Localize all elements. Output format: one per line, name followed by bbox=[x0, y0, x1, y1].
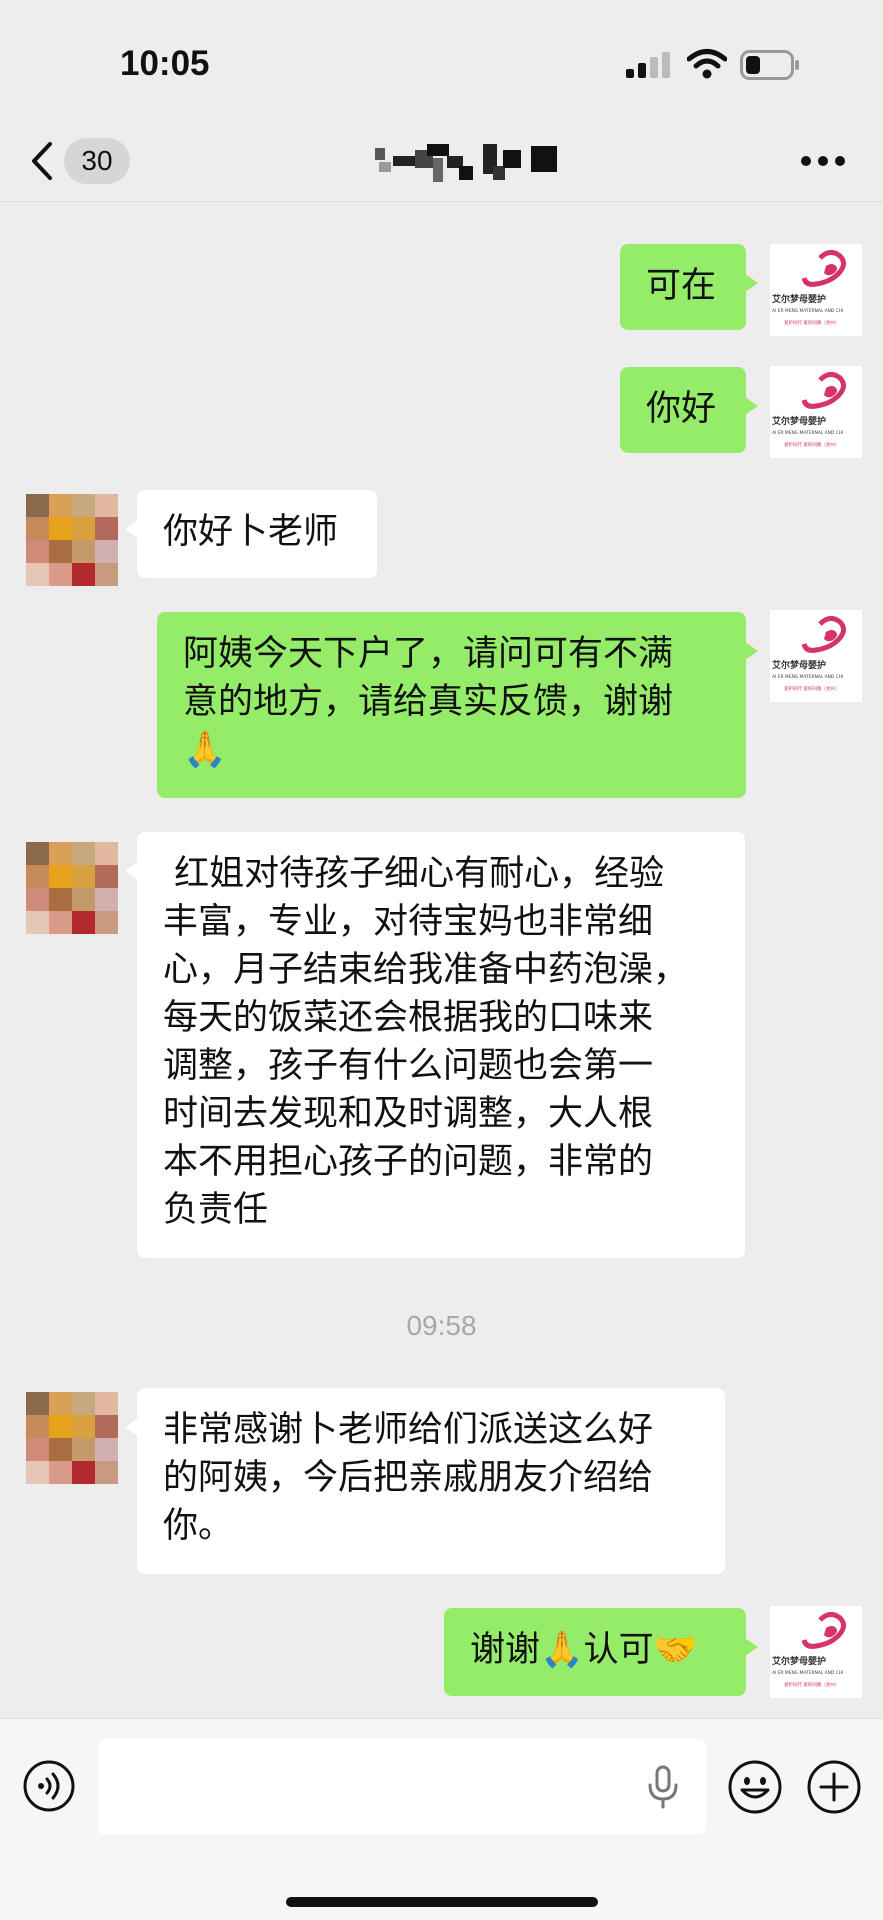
logo-text-cn: 艾尔梦母婴护 bbox=[772, 293, 826, 305]
plus-icon[interactable] bbox=[806, 1759, 862, 1815]
unread-count-badge[interactable]: 30 bbox=[64, 138, 130, 184]
logo-small-text: 爱护同行 爱好同路（池州） bbox=[784, 319, 839, 326]
status-bar: 10:05 bbox=[0, 0, 883, 130]
logo-text-cn: 艾尔梦母婴护 bbox=[772, 1655, 826, 1667]
logo-text-en: AI ER MENG MATERNAL AND CHI bbox=[772, 430, 843, 436]
message-bubble-outgoing[interactable]: 你好 bbox=[620, 367, 758, 453]
logo-small-text: 爱护同行 爱好同路（池州） bbox=[784, 441, 839, 448]
my-avatar[interactable]: 艾尔梦母婴护 AI ER MENG MATERNAL AND CHI 爱护同行 … bbox=[770, 1606, 862, 1698]
chat-title-redacted bbox=[375, 144, 557, 182]
message-timestamp: 09:58 bbox=[406, 1310, 477, 1341]
logo-text-cn: 艾尔梦母婴护 bbox=[772, 415, 826, 427]
emoji-icon[interactable] bbox=[727, 1759, 783, 1815]
message-list[interactable]: 可在 艾尔梦母婴护 AI ER MENG MATERNAL AND CHI 爱护… bbox=[0, 202, 883, 1718]
logo-text-en: AI ER MENG MATERNAL AND CHI bbox=[772, 1670, 843, 1676]
message-bubble-outgoing[interactable]: 可在 bbox=[620, 244, 758, 330]
contact-avatar-pixelated[interactable] bbox=[26, 1392, 118, 1484]
contact-avatar-pixelated[interactable] bbox=[26, 842, 118, 934]
message-bubble-outgoing[interactable]: 谢谢🙏认可🤝 bbox=[444, 1608, 758, 1696]
my-avatar[interactable]: 艾尔梦母婴护 AI ER MENG MATERNAL AND CHI 爱护同行 … bbox=[770, 244, 862, 336]
message-text-input[interactable] bbox=[98, 1739, 706, 1835]
voice-icon[interactable] bbox=[22, 1759, 76, 1813]
message-bubble-incoming[interactable]: 非常感谢卜老师给们派送这么好 的阿姨，今后把亲戚朋友介绍给 你。 bbox=[125, 1388, 725, 1574]
chat-nav-bar: 30 bbox=[0, 130, 883, 202]
wifi-icon bbox=[687, 49, 727, 79]
message-bubble-incoming[interactable]: 红姐对待孩子细心有耐心，经验 丰富，专业，对待宝妈也非常细 心，月子结束给我准备… bbox=[125, 832, 745, 1258]
cellular-signal-icon bbox=[626, 52, 670, 78]
logo-text-cn: 艾尔梦母婴护 bbox=[772, 659, 826, 671]
message-bubble-incoming[interactable]: 你好卜老师 bbox=[125, 490, 377, 578]
battery-icon bbox=[740, 50, 799, 80]
logo-text-en: AI ER MENG MATERNAL AND CHI bbox=[772, 308, 843, 314]
logo-small-text: 爱护同行 爱好同路（池州） bbox=[784, 685, 839, 692]
my-avatar[interactable]: 艾尔梦母婴护 AI ER MENG MATERNAL AND CHI 爱护同行 … bbox=[770, 610, 862, 702]
chat-input-bar bbox=[0, 1718, 883, 1920]
mic-icon[interactable] bbox=[646, 1765, 680, 1809]
logo-text-en: AI ER MENG MATERNAL AND CHI bbox=[772, 674, 843, 680]
message-bubble-outgoing[interactable]: 阿姨今天下户了，请问可有不满 意的地方，请给真实反馈，谢谢 🙏 bbox=[157, 612, 758, 798]
my-avatar[interactable]: 艾尔梦母婴护 AI ER MENG MATERNAL AND CHI 爱护同行 … bbox=[770, 366, 862, 458]
contact-avatar-pixelated[interactable] bbox=[26, 494, 118, 586]
chevron-left-icon[interactable] bbox=[28, 140, 58, 182]
logo-small-text: 爱护同行 爱好同路（池州） bbox=[784, 1681, 839, 1688]
status-time: 10:05 bbox=[120, 44, 210, 83]
more-dots-icon[interactable] bbox=[800, 154, 846, 168]
home-indicator bbox=[286, 1897, 598, 1907]
